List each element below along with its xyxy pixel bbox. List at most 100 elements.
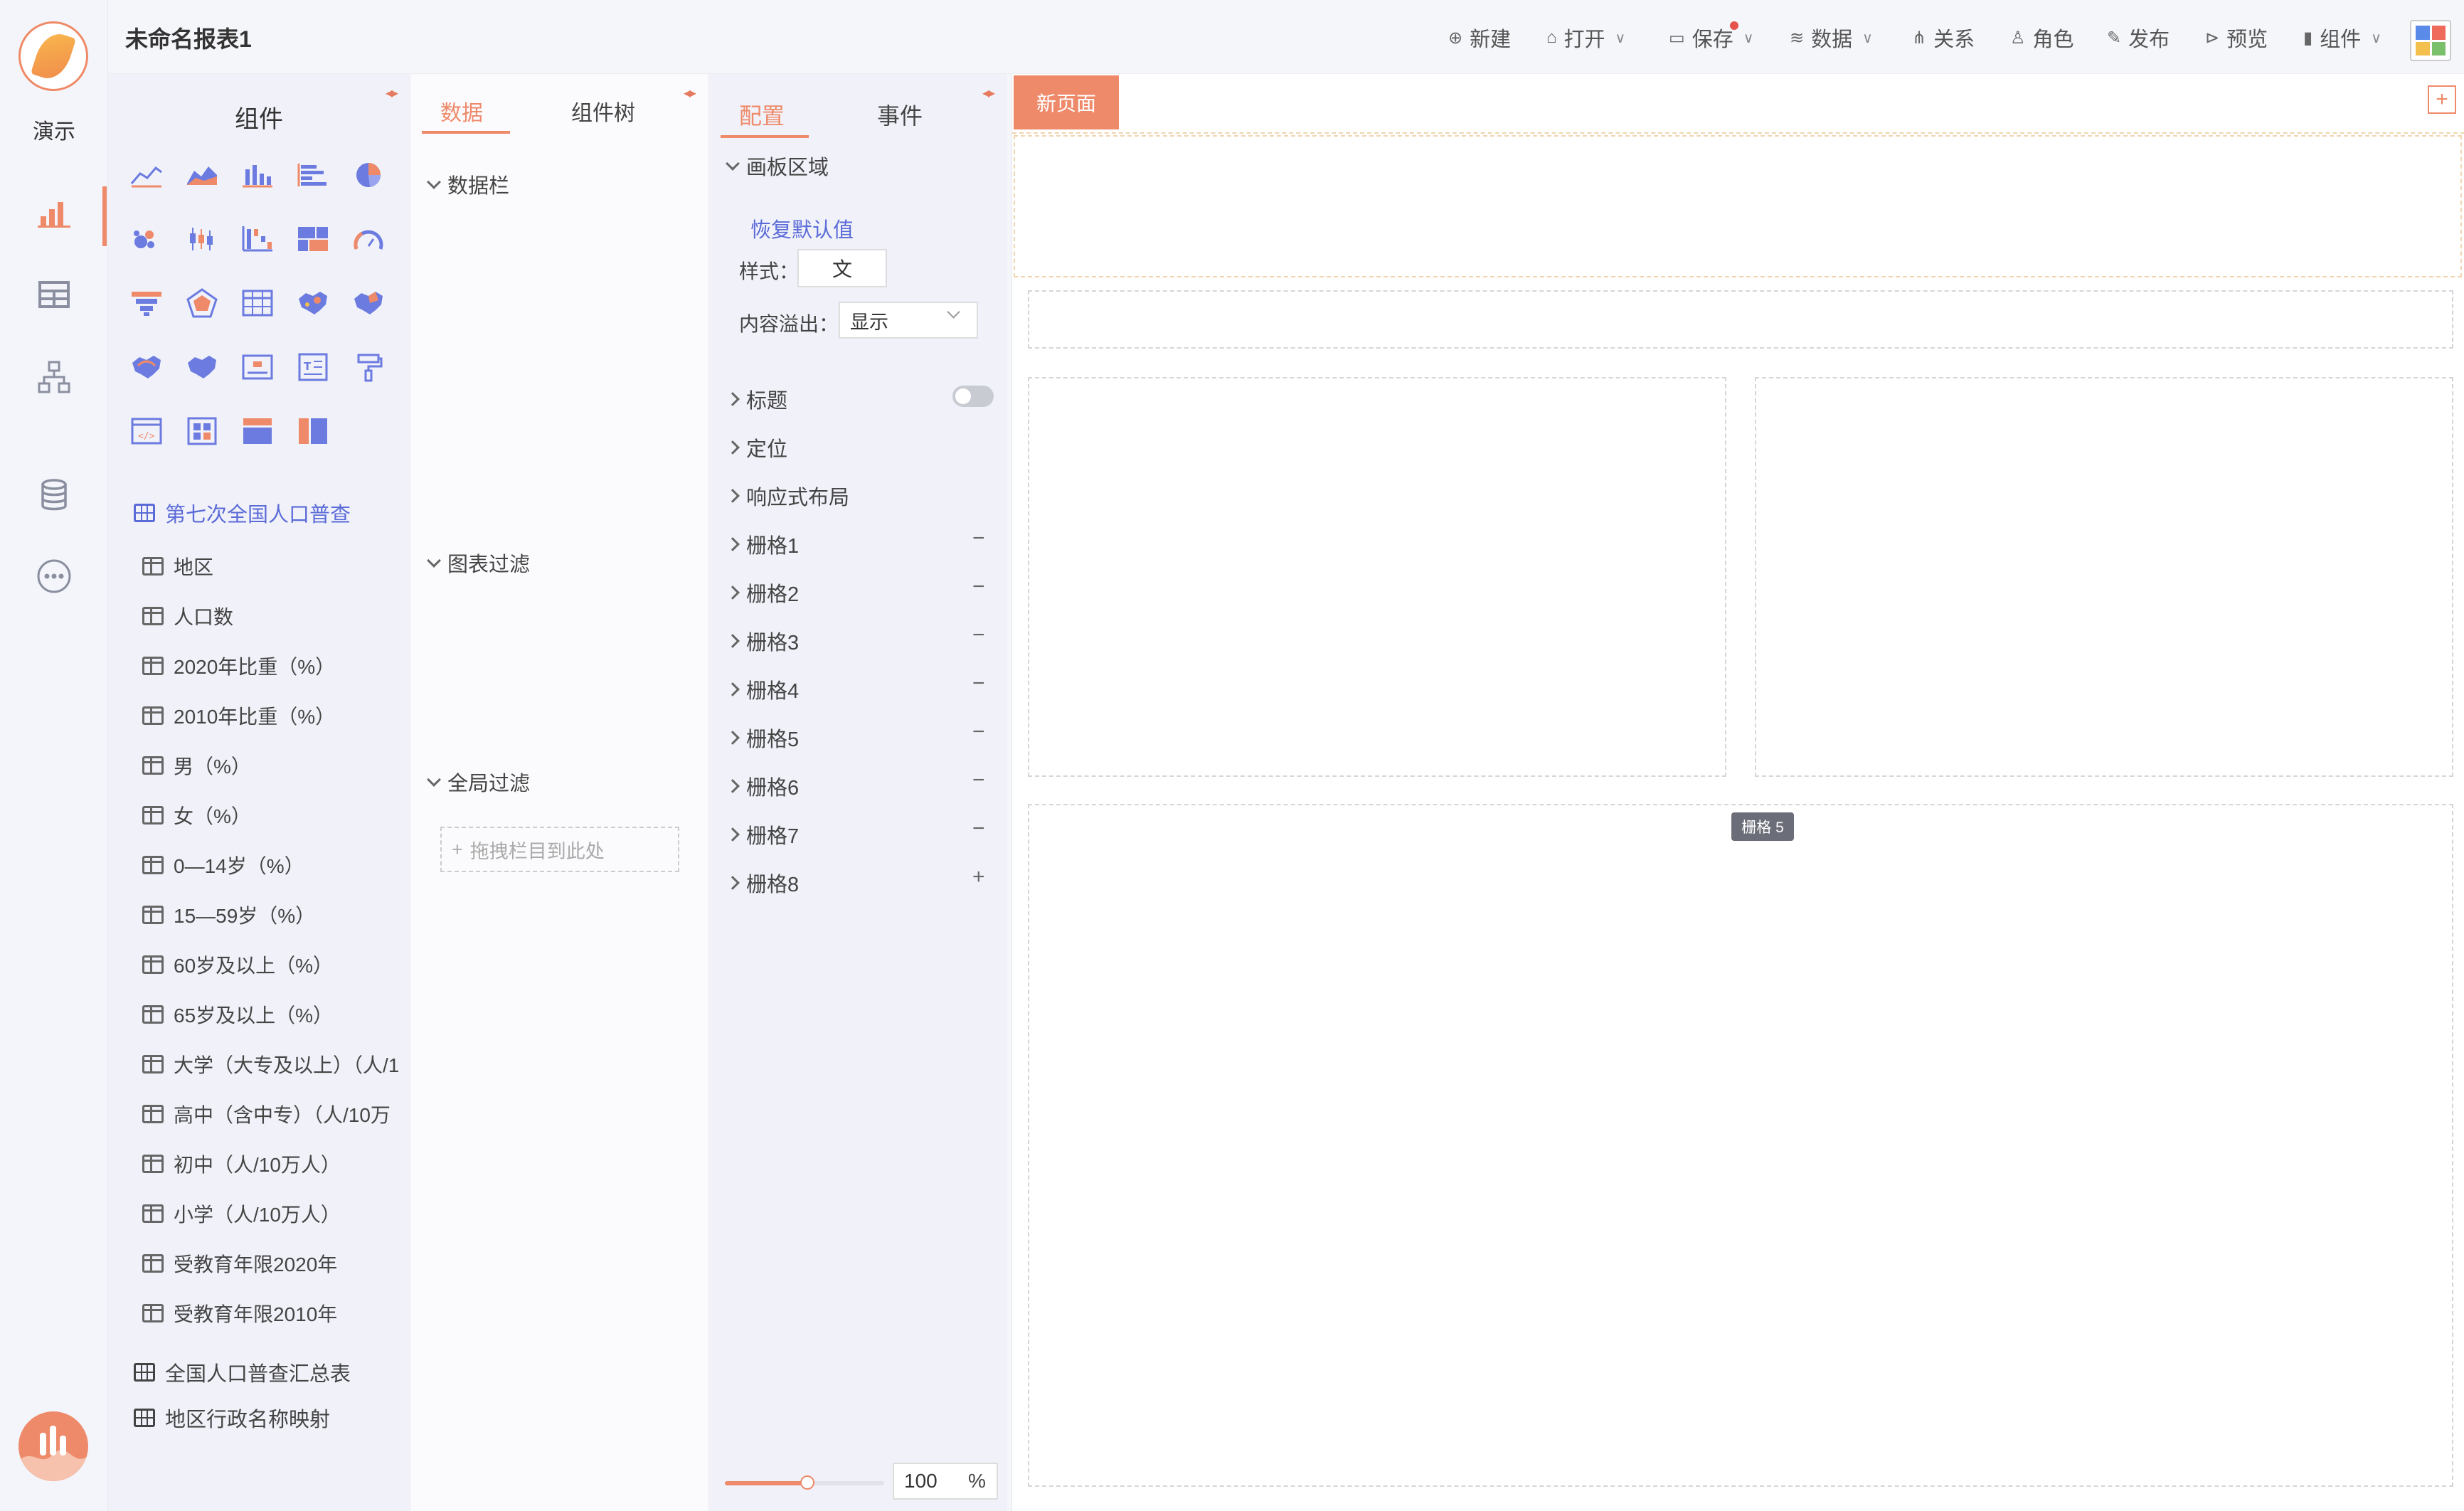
- field-drop-zone[interactable]: + 拖拽栏目到此处: [440, 827, 679, 872]
- save-button[interactable]: ▭ 保存 ∨: [1669, 23, 1753, 53]
- bar-chart-icon[interactable]: [34, 193, 74, 233]
- radar-icon[interactable]: [181, 282, 223, 324]
- role-button[interactable]: ♙ 角色: [2010, 23, 2074, 53]
- grid-row-5[interactable]: 栅格5: [726, 723, 799, 753]
- horizontal-bar-icon[interactable]: [292, 154, 334, 196]
- china-heatmap-icon[interactable]: [347, 282, 390, 324]
- remove-grid-button[interactable]: −: [972, 817, 985, 841]
- field-item[interactable]: 女（%）: [142, 801, 251, 829]
- grid-row-1[interactable]: 栅格1: [726, 529, 799, 559]
- field-item[interactable]: 高中（含中专）（人/10万: [142, 1100, 410, 1128]
- field-item[interactable]: 2020年比重（%）: [142, 652, 335, 680]
- area-chart-icon[interactable]: [181, 154, 223, 196]
- field-item[interactable]: 地区: [142, 552, 213, 580]
- funnel-icon[interactable]: [125, 282, 168, 324]
- remove-grid-button[interactable]: −: [972, 720, 985, 744]
- field-item[interactable]: 60岁及以上（%）: [142, 950, 333, 979]
- collapse-toggle-icon[interactable]: ◂▸: [982, 84, 995, 102]
- gauge-icon[interactable]: [347, 218, 390, 260]
- more-icon[interactable]: [34, 556, 74, 596]
- publish-button[interactable]: ✎ 发布: [2107, 23, 2170, 53]
- theme-switch-button[interactable]: [2410, 20, 2451, 61]
- china-map-icon[interactable]: [292, 282, 334, 324]
- add-grid-button[interactable]: +: [972, 865, 985, 889]
- scatter-chart-icon[interactable]: [125, 218, 168, 260]
- remove-grid-button[interactable]: −: [972, 526, 985, 551]
- field-item[interactable]: 初中（人/10万人）: [142, 1150, 341, 1178]
- remove-grid-button[interactable]: −: [972, 672, 985, 696]
- bar-chart-icon[interactable]: [236, 154, 279, 196]
- waterfall-icon[interactable]: [236, 218, 279, 260]
- title-toggle[interactable]: [952, 386, 994, 407]
- table-node[interactable]: 地区行政名称映射: [134, 1403, 330, 1433]
- data-menu-button[interactable]: ≋ 数据 ∨: [1790, 23, 1873, 53]
- scatter-map-icon[interactable]: [181, 346, 223, 388]
- style-picker[interactable]: 文: [797, 249, 887, 287]
- database-icon[interactable]: [34, 475, 74, 515]
- grid-layout-icon[interactable]: [181, 410, 223, 452]
- section-data-fields[interactable]: 数据栏: [427, 169, 509, 199]
- code-embed-icon[interactable]: </>: [125, 410, 168, 452]
- user-avatar[interactable]: [18, 1411, 88, 1481]
- restore-default-link[interactable]: 恢复默认值: [750, 213, 854, 243]
- component-menu-button[interactable]: ▮ 组件 ∨: [2303, 23, 2381, 53]
- grid-cell-2[interactable]: [1028, 290, 2453, 349]
- data-table-icon[interactable]: [236, 282, 279, 324]
- preview-button[interactable]: ⊳ 预览: [2205, 23, 2268, 53]
- page-tab[interactable]: 新页面: [1014, 75, 1119, 129]
- add-page-button[interactable]: +: [2428, 85, 2456, 114]
- collapse-toggle-icon[interactable]: ◂▸: [684, 84, 696, 102]
- grid-cell-3[interactable]: [1028, 377, 1726, 777]
- new-button[interactable]: ⊕ 新建: [1448, 23, 1511, 53]
- flow-map-icon[interactable]: [125, 346, 168, 388]
- line-chart-icon[interactable]: [125, 154, 168, 196]
- overflow-select[interactable]: 显示: [839, 302, 978, 339]
- grid-cell-4[interactable]: [1755, 377, 2453, 777]
- section-canvas-area[interactable]: 画板区域: [726, 151, 829, 181]
- tab-events[interactable]: 事件: [877, 98, 923, 131]
- grid-row-7[interactable]: 栅格7: [726, 820, 799, 849]
- grid-cell-1[interactable]: [1014, 135, 2462, 277]
- section-responsive-layout[interactable]: 响应式布局: [726, 481, 849, 511]
- row-layout-icon[interactable]: [236, 410, 279, 452]
- field-item[interactable]: 65岁及以上（%）: [142, 1000, 333, 1029]
- candlestick-icon[interactable]: [181, 218, 223, 260]
- remove-grid-button[interactable]: −: [972, 575, 985, 599]
- tab-data[interactable]: 数据: [440, 95, 483, 127]
- field-item[interactable]: 受教育年限2010年: [142, 1299, 337, 1327]
- grid-row-6[interactable]: 栅格6: [726, 771, 799, 801]
- table-icon[interactable]: [34, 275, 74, 314]
- field-item[interactable]: 小学（人/10万人）: [142, 1199, 341, 1228]
- open-button[interactable]: ⌂ 打开 ∨: [1546, 23, 1625, 53]
- field-item[interactable]: 0—14岁（%）: [142, 851, 304, 879]
- column-layout-icon[interactable]: [292, 410, 334, 452]
- grid-row-2[interactable]: 栅格2: [726, 578, 799, 608]
- remove-grid-button[interactable]: −: [972, 768, 985, 792]
- section-chart-filter[interactable]: 图表过滤: [427, 548, 530, 578]
- section-position[interactable]: 定位: [726, 433, 787, 462]
- image-icon[interactable]: [236, 346, 279, 388]
- grid-row-3[interactable]: 栅格3: [726, 626, 799, 656]
- zoom-slider-handle[interactable]: [800, 1475, 814, 1490]
- dataset-node[interactable]: 第七次全国人口普查: [134, 498, 351, 528]
- remove-grid-button[interactable]: −: [972, 623, 985, 647]
- relation-button[interactable]: ⋔ 关系: [1912, 23, 1975, 53]
- field-item[interactable]: 2010年比重（%）: [142, 701, 335, 730]
- field-item[interactable]: 大学（大专及以上）（人/1: [142, 1050, 410, 1078]
- table-node[interactable]: 全国人口普查汇总表: [134, 1357, 351, 1387]
- grid-row-4[interactable]: 栅格4: [726, 674, 799, 704]
- treemap-icon[interactable]: [292, 218, 334, 260]
- field-item[interactable]: 15—59岁（%）: [142, 901, 315, 929]
- tab-config[interactable]: 配置: [739, 98, 785, 131]
- field-item[interactable]: 人口数: [142, 602, 233, 630]
- section-title[interactable]: 标题: [726, 384, 787, 414]
- text-box-icon[interactable]: T: [292, 346, 334, 388]
- report-canvas[interactable]: 新页面 +: [1011, 74, 2464, 1511]
- field-item[interactable]: 受教育年限2020年: [142, 1249, 337, 1278]
- grid-row-8[interactable]: 栅格8: [726, 868, 799, 898]
- paint-roller-icon[interactable]: [347, 346, 390, 388]
- hierarchy-icon[interactable]: [34, 357, 74, 397]
- report-title[interactable]: 未命名报表1: [125, 21, 252, 54]
- section-global-filter[interactable]: 全局过滤: [427, 767, 530, 797]
- grid-cell-5[interactable]: [1028, 804, 2453, 1487]
